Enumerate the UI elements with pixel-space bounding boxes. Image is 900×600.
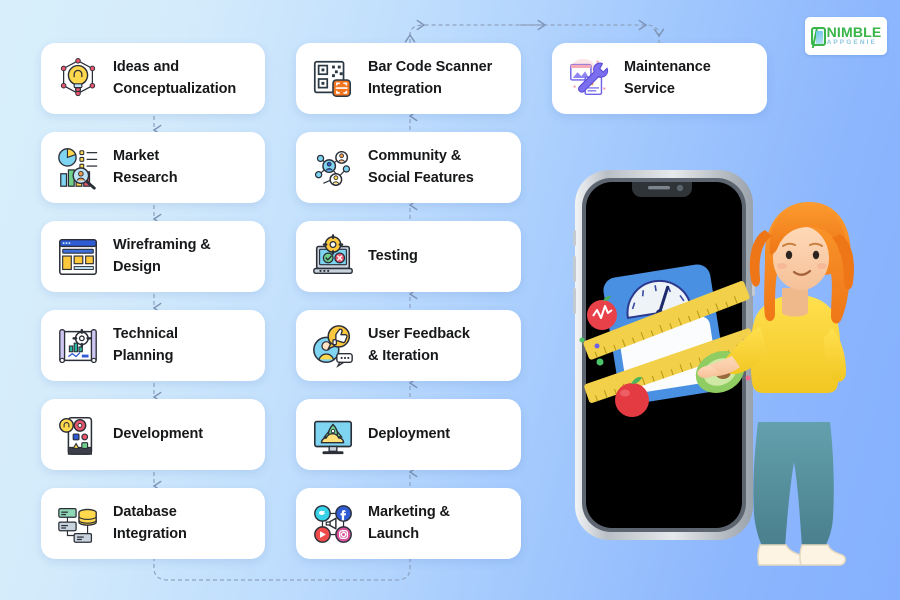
flow-card-testing[interactable]: Testing — [296, 221, 521, 292]
flow-card-marketing-and-launch[interactable]: Marketing & Launch — [296, 488, 521, 559]
flow-card-community-and-social-features[interactable]: Community & Social Features — [296, 132, 521, 203]
social-marketing-icon — [314, 504, 352, 543]
flow-card-label: Testing — [368, 247, 418, 264]
rocket-monitor-icon — [313, 420, 353, 454]
flow-card-label: Technical Planning — [113, 326, 178, 364]
flow-card-ideas-and-conceptualization[interactable]: Ideas and Conceptualization — [41, 43, 265, 114]
flow-card-user-feedback-and-iteration[interactable]: User Feedback & Iteration — [296, 310, 521, 381]
wrench-maintenance-icon — [570, 58, 609, 95]
flow-card-label: Development — [113, 425, 203, 442]
blueprint-gear-icon — [59, 328, 97, 363]
flow-card-label: Deployment — [368, 425, 450, 442]
flow-card-maintenance-service[interactable]: Maintenance Service — [552, 43, 767, 114]
flow-card-technical-planning[interactable]: Technical Planning — [41, 310, 265, 381]
laptop-testing-icon — [313, 233, 353, 274]
user-feedback-thumbsup-icon — [313, 324, 353, 368]
database-server-icon — [58, 507, 97, 543]
community-network-icon — [314, 150, 351, 186]
flow-card-development[interactable]: Development — [41, 399, 265, 470]
connector-bottom-loop — [153, 557, 411, 581]
flow-card-wireframing-and-design[interactable]: Wireframing & Design — [41, 221, 265, 292]
flow-card-label: Wireframing & Design — [113, 237, 211, 275]
barcode-scanner-icon — [313, 60, 352, 97]
flow-card-label: Maintenance Service — [624, 59, 711, 97]
flow-card-database-integration[interactable]: Database Integration — [41, 488, 265, 559]
flow-card-bar-code-scanner-integration[interactable]: Bar Code Scanner Integration — [296, 43, 521, 114]
flow-card-label: Database Integration — [113, 504, 187, 542]
brand-tagline: APPGENIE — [826, 39, 877, 47]
flow-card-label: Market Research — [113, 148, 178, 186]
flow-card-label: Ideas and Conceptualization — [113, 59, 237, 97]
flow-card-label: Community & Social Features — [368, 148, 474, 186]
woman-with-smartphone-illustration — [573, 170, 854, 566]
market-research-chart-icon — [58, 147, 98, 190]
flow-card-label: Marketing & Launch — [368, 504, 450, 542]
flow-card-market-research[interactable]: Market Research — [41, 132, 265, 203]
brand-name: NIMBLE — [826, 24, 882, 41]
mobile-development-icon — [59, 416, 93, 455]
flow-card-deployment[interactable]: Deployment — [296, 399, 521, 470]
connector-top-loop — [404, 19, 665, 44]
wireframe-layout-icon — [59, 238, 97, 275]
nimble-phone-logo-icon — [810, 26, 826, 46]
lightbulb-network-icon — [60, 57, 96, 96]
flow-card-label: Bar Code Scanner Integration — [368, 59, 493, 97]
brand-logo[interactable]: NIMBLE APPGENIE — [805, 17, 887, 55]
flow-card-label: User Feedback & Iteration — [368, 326, 470, 364]
